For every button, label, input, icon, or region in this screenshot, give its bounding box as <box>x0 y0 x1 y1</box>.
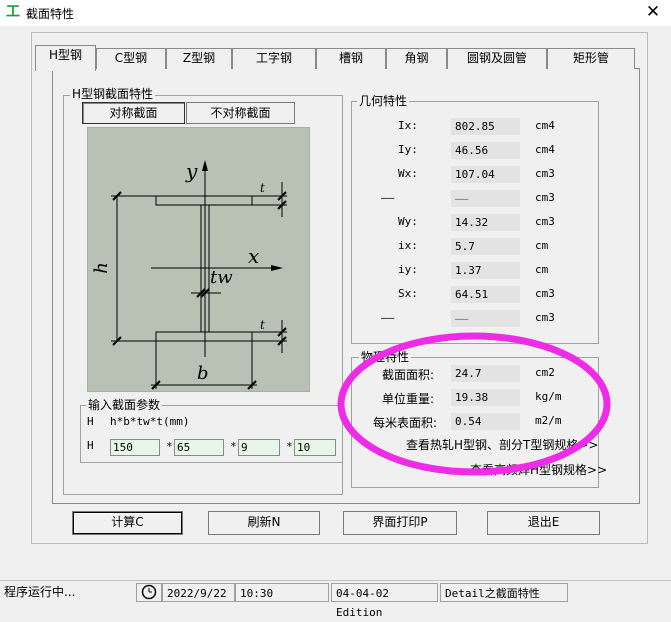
status-text: 程序运行中... <box>4 585 76 599</box>
tab-i-beam[interactable]: 工字钢 <box>232 48 316 69</box>
geometry-row-unit: cm3 <box>535 215 555 228</box>
tab-round[interactable]: 圆钢及圆管 <box>447 48 547 69</box>
h-section-diagram <box>87 127 310 392</box>
exit-button[interactable]: 退出E <box>487 511 600 535</box>
t-top-dim-label: t <box>260 181 265 195</box>
refresh-button[interactable]: 刷新N <box>208 511 320 535</box>
height-input[interactable]: 150 <box>110 439 160 456</box>
width-input[interactable]: 65 <box>174 439 224 456</box>
geometry-row-label: ix: <box>398 239 418 252</box>
geometry-row-value: 64.51 <box>451 286 520 303</box>
geometry-row-label: Iy: <box>398 143 418 156</box>
status-edition: 04-04-02 Edition <box>331 583 438 619</box>
h-section-group-title: H型钢截面特性 <box>70 87 156 101</box>
geometry-row-label: Wy: <box>398 215 418 228</box>
status-date: 2022/9/22 <box>162 583 235 602</box>
geometry-row-unit: cm4 <box>535 143 555 156</box>
geometry-row-value: 5.7 <box>451 238 520 255</box>
formula-label: h*b*tw*t(mm) <box>110 415 190 428</box>
geometry-row-value: 14.32 <box>451 214 520 231</box>
calculate-button[interactable]: 计算C <box>72 511 183 535</box>
status-time: 10:30 <box>235 583 329 602</box>
y-axis-label: y <box>186 159 198 183</box>
geometry-row-value: 1.37 <box>451 262 520 279</box>
h-dim-label: h <box>90 262 112 274</box>
geometry-row-value: 46.56 <box>451 142 520 159</box>
row-type-label: H <box>87 439 94 452</box>
geometry-row-value: —— <box>451 310 520 327</box>
geometry-row-label: iy: <box>398 263 418 276</box>
geometry-row-unit: cm3 <box>535 287 555 300</box>
geometry-row-label: Ix: <box>398 119 418 132</box>
tab-rect-tube[interactable]: 矩形管 <box>547 48 635 69</box>
geometry-row-unit: cm <box>535 239 549 252</box>
symmetric-button[interactable]: 对称截面 <box>82 102 185 124</box>
close-icon[interactable]: ✕ <box>642 2 664 22</box>
times-sign: * <box>286 440 293 453</box>
geometry-row-unit: cm3 <box>535 191 555 204</box>
geometry-row-value: —— <box>451 190 520 207</box>
geometry-row-value: 107.04 <box>451 166 520 183</box>
geometry-row-unit: cm4 <box>535 119 555 132</box>
times-sign: * <box>230 440 237 453</box>
geometry-row-label: Sx: <box>398 287 418 300</box>
geometry-row-label: Wx: <box>398 167 418 180</box>
tab-c-steel[interactable]: C型钢 <box>96 48 166 69</box>
clock-icon <box>136 583 162 602</box>
input-params-title: 输入截面参数 <box>86 398 163 412</box>
asymmetric-button[interactable]: 不对称截面 <box>186 102 295 124</box>
geometry-row-label: —— <box>381 191 395 204</box>
title-bar <box>0 0 671 26</box>
geometry-group-title: 几何特性 <box>357 94 410 108</box>
x-axis-label: x <box>248 244 260 268</box>
flange-thickness-input[interactable]: 10 <box>294 439 336 456</box>
section-type-label: H <box>87 415 94 428</box>
tab-h-steel[interactable]: H型钢 <box>35 45 96 71</box>
annotation-ellipse <box>337 332 611 476</box>
b-dim-label: b <box>197 363 209 384</box>
print-button[interactable]: 界面打印P <box>343 511 457 535</box>
tw-dim-label: tw <box>210 267 233 288</box>
t-bottom-dim-label: t <box>260 318 265 332</box>
times-sign: * <box>166 440 173 453</box>
tab-z-steel[interactable]: Z型钢 <box>166 48 232 69</box>
geometry-row-value: 802.85 <box>451 118 520 135</box>
app-icon: 工 <box>6 4 20 20</box>
web-thickness-input[interactable]: 9 <box>238 439 280 456</box>
geometry-row-label: —— <box>381 311 395 324</box>
tab-channel[interactable]: 槽钢 <box>316 48 386 69</box>
tab-angle[interactable]: 角钢 <box>386 48 447 69</box>
status-detail: Detail之截面特性 <box>440 583 568 602</box>
geometry-row-unit: cm3 <box>535 311 555 324</box>
geometry-row-unit: cm3 <box>535 167 555 180</box>
geometry-row-unit: cm <box>535 263 549 276</box>
window-title: 截面特性 <box>26 7 75 21</box>
